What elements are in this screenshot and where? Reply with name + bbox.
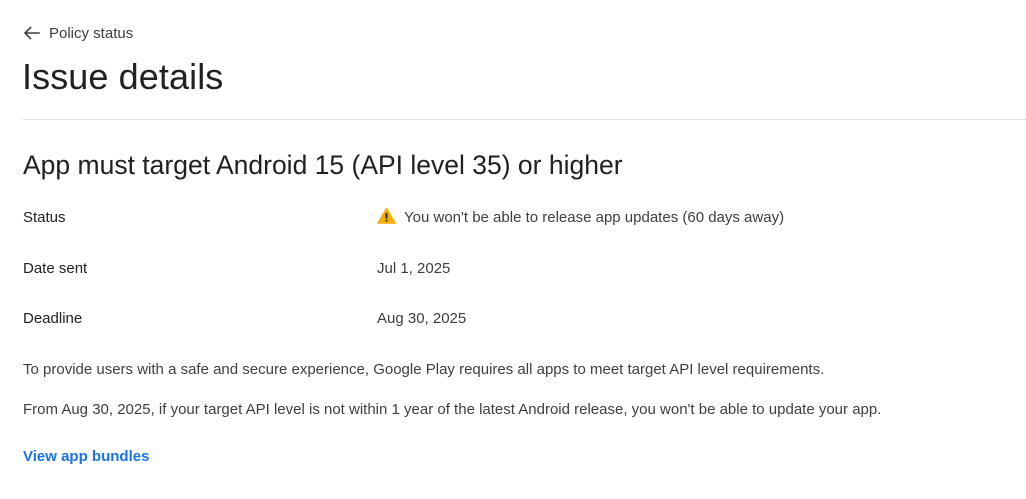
status-row: Status You won't be able to release app … (23, 206, 784, 228)
divider (23, 119, 1026, 120)
deadline-paragraph: From Aug 30, 2025, if your target API le… (23, 401, 882, 418)
deadline-value: Aug 30, 2025 (377, 309, 467, 327)
date-sent-value: Jul 1, 2025 (377, 259, 451, 277)
issue-title: App must target Android 15 (API level 35… (23, 150, 623, 180)
requirement-paragraph: To provide users with a safe and secure … (23, 361, 825, 378)
page-title: Issue details (22, 56, 224, 97)
warning-icon (377, 207, 396, 228)
deadline-label: Deadline (23, 309, 83, 327)
back-to-policy-status-link[interactable]: Policy status (23, 22, 133, 44)
status-text: You won't be able to release app updates… (404, 208, 785, 226)
view-app-bundles-link[interactable]: View app bundles (23, 446, 149, 468)
arrow-left-icon (23, 26, 40, 40)
date-sent-label: Date sent (23, 259, 88, 277)
date-sent-row: Date sent Jul 1, 2025 (23, 257, 450, 279)
status-value: You won't be able to release app updates… (377, 207, 784, 228)
deadline-row: Deadline Aug 30, 2025 (23, 307, 466, 329)
back-link-label: Policy status (49, 24, 134, 42)
status-label: Status (23, 208, 66, 226)
